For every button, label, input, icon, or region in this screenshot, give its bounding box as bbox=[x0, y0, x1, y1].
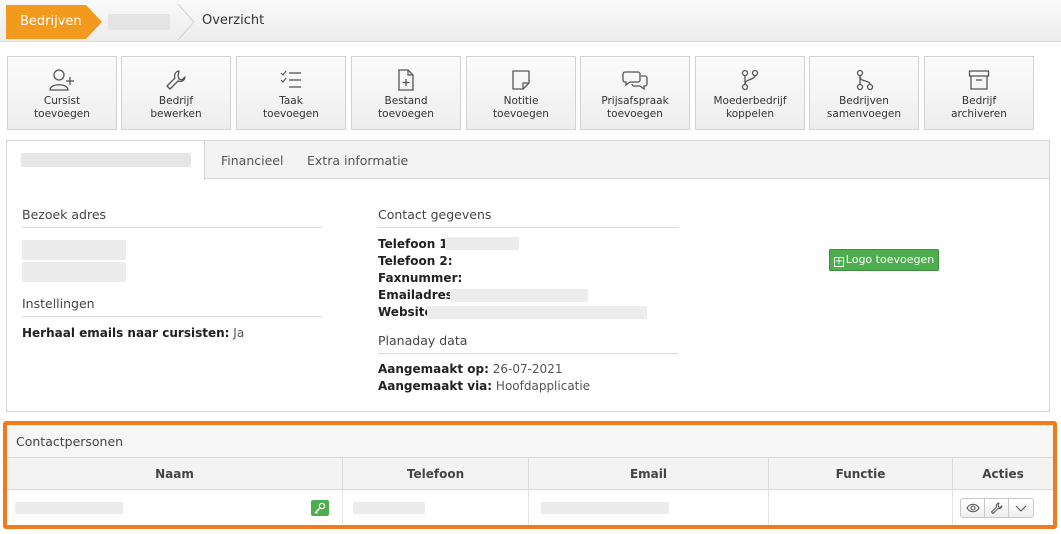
archive-icon bbox=[968, 70, 990, 90]
fax-row: Faxnummer: bbox=[378, 271, 462, 285]
action-label: Prijsafspraak bbox=[601, 95, 669, 107]
planaday-data-title: Planaday data bbox=[378, 333, 678, 354]
action-label: bewerken bbox=[150, 108, 202, 120]
row-actions-group bbox=[960, 498, 1034, 518]
email-label: Emailadres: bbox=[378, 288, 458, 302]
redacted-contact-phone bbox=[353, 502, 425, 514]
phone1-row: Telefoon 1: bbox=[378, 237, 453, 251]
column-telefoon[interactable]: Telefoon bbox=[343, 458, 529, 490]
bedrijf-archiveren-button[interactable]: Bedrijf archiveren bbox=[924, 56, 1034, 130]
redacted-address-line1 bbox=[22, 240, 126, 260]
redacted-contact-name bbox=[15, 502, 123, 514]
plus-square-icon: + bbox=[833, 256, 844, 267]
bestand-toevoegen-button[interactable]: Bestand toevoegen bbox=[351, 56, 461, 130]
created-via-label: Aangemaakt via: bbox=[378, 379, 493, 393]
action-label: Taak bbox=[279, 95, 303, 107]
action-label: Moederbedrijf bbox=[713, 95, 787, 107]
created-via-row: Aangemaakt via: Hoofdapplicatie bbox=[378, 379, 590, 393]
note-icon bbox=[512, 70, 530, 90]
action-label: Bedrijven bbox=[839, 95, 889, 107]
contactpersonen-header-row: Naam Telefoon Email Functie Acties bbox=[7, 458, 1053, 490]
company-details-panel: Financieel Extra informatie Bezoek adres… bbox=[6, 140, 1050, 412]
tab-company-name[interactable] bbox=[7, 141, 205, 180]
created-on-row: Aangemaakt op: 26-07-2021 bbox=[378, 362, 562, 376]
checklist-icon bbox=[280, 70, 301, 88]
created-on-value: 26-07-2021 bbox=[492, 362, 563, 376]
git-branch-icon bbox=[741, 69, 759, 91]
breadcrumb-overzicht: Overzicht bbox=[202, 13, 265, 28]
phone2-row: Telefoon 2: bbox=[378, 254, 453, 268]
email-row: Emailadres: bbox=[378, 288, 458, 302]
action-label: toevoegen bbox=[607, 108, 663, 120]
redacted-contact-email bbox=[541, 502, 669, 514]
instellingen-title: Instellingen bbox=[22, 296, 322, 317]
column-functie[interactable]: Functie bbox=[769, 458, 953, 490]
action-label: Notitie bbox=[503, 95, 539, 107]
phone1-label: Telefoon 1: bbox=[378, 237, 453, 251]
phone2-label: Telefoon 2: bbox=[378, 254, 453, 268]
bedrijf-bewerken-button[interactable]: Bedrijf bewerken bbox=[121, 56, 231, 130]
redacted-email bbox=[450, 289, 588, 302]
breadcrumb-company-redacted[interactable] bbox=[108, 14, 170, 30]
repeat-emails-row: Herhaal emails naar cursisten: Ja bbox=[22, 326, 244, 340]
breadcrumb-arrow bbox=[86, 5, 102, 39]
created-via-value: Hoofdapplicatie bbox=[495, 379, 591, 393]
action-label: Bedrijf bbox=[961, 95, 997, 107]
action-label: toevoegen bbox=[378, 108, 434, 120]
notitie-toevoegen-button[interactable]: Notitie toevoegen bbox=[466, 56, 576, 130]
tab-extra-informatie[interactable]: Extra informatie bbox=[307, 153, 408, 168]
tab-financieel[interactable]: Financieel bbox=[221, 153, 283, 168]
contact-gegevens-title: Contact gegevens bbox=[378, 207, 678, 228]
key-icon bbox=[314, 502, 326, 514]
action-label: Bedrijf bbox=[158, 95, 194, 107]
action-label: archiveren bbox=[951, 108, 1007, 120]
logo-toevoegen-button[interactable]: + Logo toevoegen bbox=[829, 249, 939, 271]
action-label: samenvoegen bbox=[826, 108, 902, 120]
repeat-emails-label: Herhaal emails naar cursisten: bbox=[22, 326, 230, 340]
moederbedrijf-koppelen-button[interactable]: Moederbedrijf koppelen bbox=[695, 56, 805, 130]
bedrijven-samenvoegen-button[interactable]: Bedrijven samenvoegen bbox=[809, 56, 919, 130]
taak-toevoegen-button[interactable]: Taak toevoegen bbox=[236, 56, 346, 130]
contactpersonen-section: Contactpersonen Naam Telefoon Email Func… bbox=[3, 421, 1057, 529]
action-label: toevoegen bbox=[263, 108, 319, 120]
wrench-icon bbox=[166, 70, 186, 90]
table-row-functie-cell bbox=[769, 490, 953, 525]
login-key-button[interactable] bbox=[311, 500, 329, 516]
wrench-icon bbox=[991, 502, 1003, 514]
action-label: toevoegen bbox=[493, 108, 549, 120]
column-naam[interactable]: Naam bbox=[7, 458, 343, 490]
action-label: Cursist bbox=[43, 95, 81, 107]
fax-label: Faxnummer: bbox=[378, 271, 463, 285]
contactpersonen-title: Contactpersonen bbox=[7, 425, 1053, 458]
prijsafspraak-toevoegen-button[interactable]: Prijsafspraak toevoegen bbox=[580, 56, 690, 130]
edit-button[interactable] bbox=[985, 499, 1009, 517]
logo-button-label: Logo toevoegen bbox=[845, 253, 935, 266]
bezoek-adres-title: Bezoek adres bbox=[22, 207, 322, 228]
redacted-address-line2 bbox=[22, 262, 126, 282]
chat-bubbles-icon bbox=[622, 71, 648, 91]
more-actions-dropdown[interactable] bbox=[1009, 499, 1033, 517]
action-label: koppelen bbox=[726, 108, 774, 120]
column-acties: Acties bbox=[982, 467, 1024, 481]
view-button[interactable] bbox=[961, 499, 985, 517]
file-plus-icon bbox=[398, 69, 414, 91]
breadcrumb: Bedrijven Overzicht bbox=[0, 0, 1061, 42]
redacted-company-name bbox=[21, 153, 191, 167]
created-on-label: Aangemaakt op: bbox=[378, 362, 489, 376]
eye-icon bbox=[966, 503, 980, 513]
user-plus-icon bbox=[49, 69, 74, 91]
repeat-emails-value: Ja bbox=[233, 326, 245, 340]
action-label: toevoegen bbox=[34, 108, 90, 120]
redacted-website bbox=[427, 306, 647, 319]
tab-strip: Financieel Extra informatie bbox=[7, 141, 1049, 180]
cursist-toevoegen-button[interactable]: Cursist toevoegen bbox=[7, 56, 117, 130]
column-email[interactable]: Email bbox=[529, 458, 769, 490]
breadcrumb-bedrijven[interactable]: Bedrijven bbox=[6, 5, 86, 39]
merge-icon bbox=[856, 69, 874, 91]
redacted-phone1 bbox=[445, 237, 519, 250]
action-label: Bestand bbox=[384, 95, 428, 107]
chevron-down-icon bbox=[1015, 505, 1027, 512]
breadcrumb-separator-icon bbox=[177, 4, 195, 40]
